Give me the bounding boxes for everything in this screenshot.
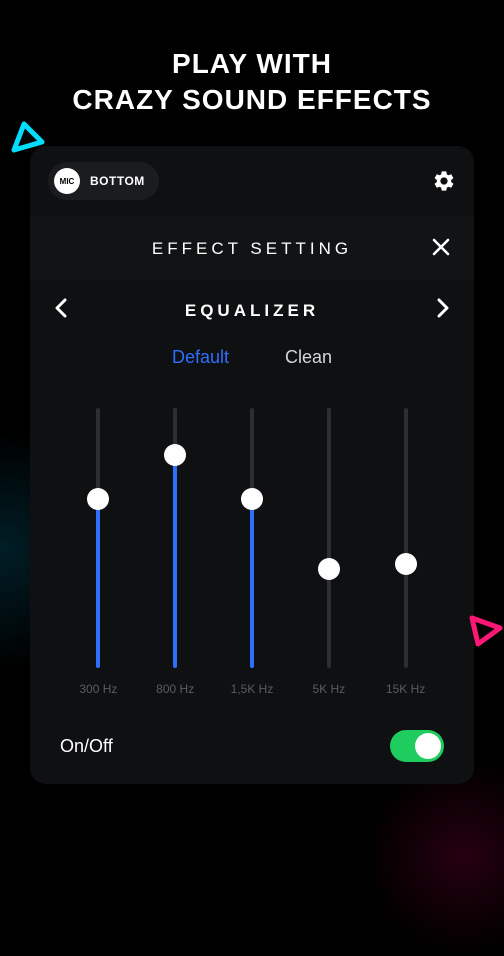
preset-tabs: Default Clean [30,333,474,378]
close-icon [432,238,450,256]
eq-slider-1[interactable] [173,408,177,668]
band-label: 5K Hz [312,682,345,696]
prev-effect-button[interactable] [54,298,78,323]
slider-thumb[interactable] [164,444,186,466]
settings-button[interactable] [432,169,456,193]
equalizer-sliders: 300 Hz 800 Hz 1,5K Hz 5K Hz 15K Hz [30,378,474,708]
mic-badge-text: MIC [60,177,75,186]
slider-thumb[interactable] [87,488,109,510]
mic-selector[interactable]: MIC BOTTOM [48,162,159,200]
headline-line2: CRAZY SOUND EFFECTS [30,84,474,116]
chevron-right-icon [436,298,450,318]
close-button[interactable] [426,236,450,262]
eq-band-1: 800 Hz [137,408,214,696]
app-panel: MIC BOTTOM EFFECT SETTING EQUALIZER [30,146,474,784]
toggle-knob [415,733,441,759]
top-bar: MIC BOTTOM [30,146,474,216]
eq-band-4: 15K Hz [367,408,444,696]
slider-fill [250,499,254,668]
decorative-triangle-magenta [466,610,504,650]
toggle-label: On/Off [60,736,113,757]
toggle-row: On/Off [30,708,474,784]
equalizer-nav: EQUALIZER [30,280,474,333]
eq-slider-0[interactable] [96,408,100,668]
slider-thumb[interactable] [395,553,417,575]
mic-icon: MIC [54,168,80,194]
preset-default[interactable]: Default [172,347,229,368]
eq-band-0: 300 Hz [60,408,137,696]
effect-setting-title: EFFECT SETTING [78,239,426,259]
gear-icon [432,169,456,193]
headline-line1: PLAY WITH [30,48,474,80]
slider-fill [96,499,100,668]
headline: PLAY WITH CRAZY SOUND EFFECTS [0,0,504,146]
next-effect-button[interactable] [426,298,450,323]
eq-band-2: 1,5K Hz [214,408,291,696]
mic-label: BOTTOM [90,174,145,188]
bg-glow-right [364,756,504,956]
chevron-left-icon [54,298,68,318]
band-label: 1,5K Hz [231,682,274,696]
effect-setting-header: EFFECT SETTING [30,216,474,280]
band-label: 300 Hz [79,682,117,696]
eq-band-3: 5K Hz [290,408,367,696]
slider-thumb[interactable] [241,488,263,510]
equalizer-title: EQUALIZER [185,301,319,321]
slider-thumb[interactable] [318,558,340,580]
onoff-toggle[interactable] [390,730,444,762]
slider-fill [173,455,177,668]
eq-slider-3[interactable] [327,408,331,668]
band-label: 800 Hz [156,682,194,696]
eq-slider-2[interactable] [250,408,254,668]
eq-slider-4[interactable] [404,408,408,668]
preset-clean[interactable]: Clean [285,347,332,368]
band-label: 15K Hz [386,682,425,696]
